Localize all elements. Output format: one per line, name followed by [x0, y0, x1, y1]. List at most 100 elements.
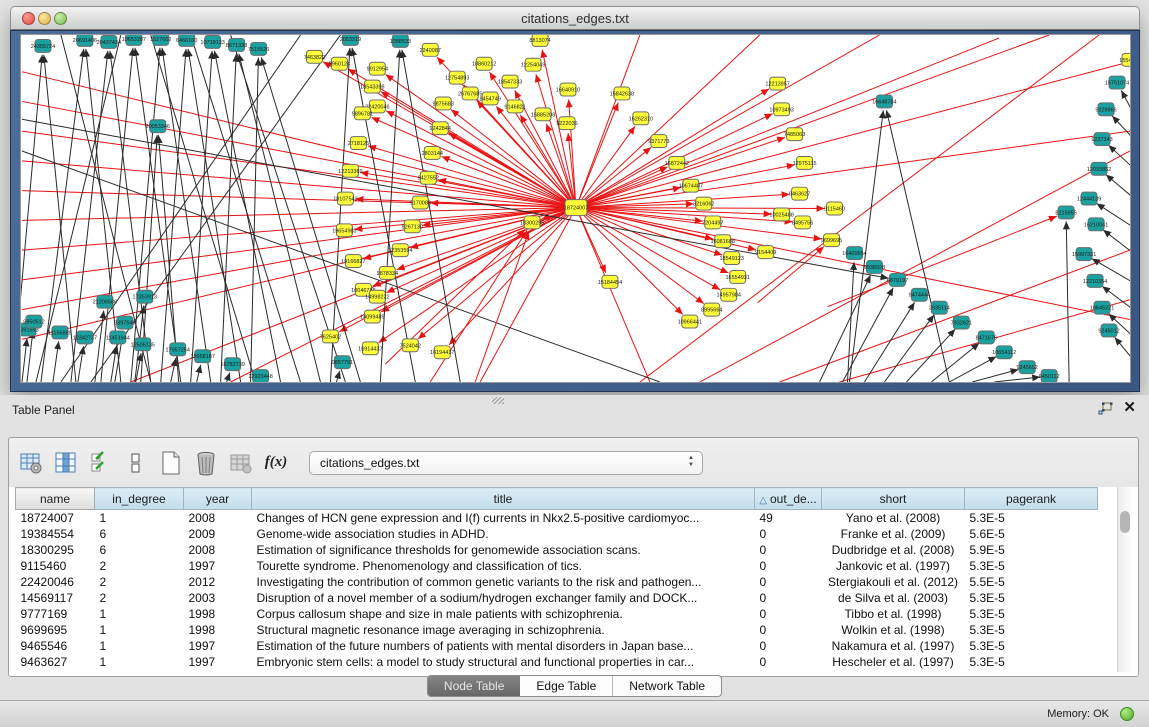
table-cell[interactable]: 2012 [184, 574, 252, 590]
network-node[interactable]: 7515526 [248, 42, 269, 55]
network-node[interactable]: 18547333 [498, 75, 522, 88]
network-node[interactable]: 12353594 [388, 244, 412, 257]
table-cell[interactable]: Estimation of the future numbers of pati… [252, 638, 755, 654]
table-row[interactable]: 1872400712008Changes of HCN gene express… [16, 510, 1119, 527]
tab-network-table[interactable]: Network Table [612, 676, 721, 696]
table-cell[interactable]: 18724007 [16, 510, 95, 527]
delete-column-button[interactable] [193, 450, 219, 476]
table-cell[interactable]: Estimation of significance thresholds fo… [252, 542, 755, 558]
network-node[interactable]: 9474444 [909, 288, 930, 301]
network-node[interactable]: 12975115 [793, 156, 817, 169]
table-row[interactable]: 946554611997Estimation of the future num… [16, 638, 1119, 654]
network-node[interactable]: 10966441 [678, 315, 702, 328]
table-cell[interactable]: Jankovic et al. (1997) [822, 558, 965, 574]
network-node[interactable]: 8454749 [479, 92, 500, 105]
network-node[interactable]: 16194437 [430, 346, 454, 359]
network-node[interactable]: 16782739 [220, 358, 244, 371]
table-cell[interactable]: 22420046 [16, 574, 95, 590]
network-node[interactable]: 9896781 [352, 107, 373, 120]
table-cell[interactable]: 1 [95, 622, 184, 638]
column-header-pagerank[interactable]: pagerank [965, 488, 1098, 510]
network-node[interactable]: 16210041 [1084, 218, 1108, 231]
table-settings-button[interactable] [18, 450, 44, 476]
table-selector-dropdown[interactable]: citations_edges.txt ▲▼ [309, 451, 703, 475]
network-node[interactable]: 9242844 [430, 122, 451, 135]
column-select-button[interactable] [88, 450, 114, 476]
table-cell[interactable]: 6 [95, 526, 184, 542]
network-node[interactable]: 18107543 [333, 192, 357, 205]
network-node[interactable]: 9397548 [114, 316, 135, 329]
network-node[interactable]: 2935114 [929, 301, 950, 314]
table-cell[interactable]: Hescheler et al. (1997) [822, 654, 965, 670]
table-cell[interactable]: 2003 [184, 590, 252, 606]
table-cell[interactable]: 1998 [184, 606, 252, 622]
network-node[interactable]: 9463627 [789, 187, 810, 200]
column-header-short[interactable]: short [822, 488, 965, 510]
table-cell[interactable]: 9463627 [16, 654, 95, 670]
network-node[interactable]: 8471676 [976, 331, 997, 344]
network-node[interactable]: 8671338 [226, 38, 247, 51]
table-cell[interactable]: 19384554 [16, 526, 95, 542]
table-cell[interactable]: 5.6E-5 [965, 526, 1098, 542]
network-node[interactable]: 15184454 [598, 275, 622, 288]
table-cell[interactable]: 1 [95, 606, 184, 622]
network-node[interactable]: 10719133 [200, 35, 224, 48]
table-cell[interactable]: 0 [755, 590, 822, 606]
network-node[interactable]: 6466160 [176, 35, 197, 46]
table-cell[interactable]: Genome-wide association studies in ADHD. [252, 526, 755, 542]
network-node[interactable]: 9267130 [402, 220, 423, 233]
network-node[interactable]: 1527602 [150, 35, 171, 45]
table-cell[interactable]: 9115460 [16, 558, 95, 574]
table-cell[interactable]: 1997 [184, 638, 252, 654]
column-visibility-button[interactable] [53, 450, 79, 476]
table-cell[interactable]: 1997 [184, 654, 252, 670]
table-cell[interactable]: 5.3E-5 [965, 638, 1098, 654]
network-node[interactable]: 12254049 [521, 58, 545, 71]
row-height-button[interactable] [123, 450, 149, 476]
network-node[interactable]: 9222035 [556, 117, 577, 130]
table-cell[interactable]: 49 [755, 510, 822, 527]
network-node[interactable]: 9154409 [755, 246, 776, 259]
table-cell[interactable]: 1 [95, 638, 184, 654]
column-header-in_degree[interactable]: in_degree [95, 488, 184, 510]
table-cell[interactable]: Tourette syndrome. Phenomenology and cla… [252, 558, 755, 574]
table-row[interactable]: 977716911998Corpus callosum shape and si… [16, 606, 1119, 622]
network-node[interactable]: 9699695 [821, 234, 842, 247]
network-node[interactable]: 9450112 [1039, 370, 1060, 382]
network-node[interactable]: 19958187 [190, 350, 214, 363]
network-node[interactable]: 8215955 [1055, 206, 1076, 219]
network-node[interactable]: 8813074 [529, 35, 550, 46]
network-node[interactable]: 14957984 [717, 288, 741, 301]
network-node[interactable]: 12210354 [1083, 274, 1107, 287]
network-node[interactable]: 7625402 [320, 330, 341, 343]
network-node[interactable]: 1088533 [390, 35, 411, 47]
table-cell[interactable]: 1997 [184, 558, 252, 574]
network-node[interactable]: 9371773 [648, 135, 669, 148]
network-node[interactable]: 18860212 [472, 57, 496, 70]
network-node[interactable]: 16648784 [872, 95, 896, 108]
network-node[interactable]: 12093852 [1087, 162, 1111, 175]
table-cell[interactable]: Investigating the contribution of common… [252, 574, 755, 590]
network-node[interactable]: 7204497 [702, 216, 723, 229]
network-node[interactable]: 18549123 [720, 252, 744, 265]
network-node[interactable]: 9938928 [864, 261, 885, 274]
network-node[interactable]: 20053346 [146, 120, 170, 133]
table-cell[interactable]: 1 [95, 510, 184, 527]
network-node[interactable]: 24355724 [31, 39, 55, 52]
table-cell[interactable]: Stergiakouli et al. (2012) [822, 574, 965, 590]
table-cell[interactable]: Yano et al. (2008) [822, 510, 965, 527]
table-cell[interactable]: Corpus callosum shape and size in male p… [252, 606, 755, 622]
network-node[interactable]: 10653287 [122, 35, 146, 45]
network-node[interactable]: 16262310 [629, 112, 653, 125]
network-node[interactable]: 8495756 [792, 216, 813, 229]
network-node[interactable]: 10025488 [769, 208, 793, 221]
network-node[interactable]: 2240087 [420, 43, 441, 56]
network-node[interactable]: 16640910 [556, 83, 580, 96]
table-cell[interactable]: 5.5E-5 [965, 574, 1098, 590]
table-row[interactable]: 1456911722003Disruption of a novel membe… [16, 590, 1119, 606]
network-node[interactable]: 7932621 [951, 316, 972, 329]
tab-node-table[interactable]: Node Table [428, 676, 521, 696]
network-node[interactable]: 19166827 [341, 255, 365, 268]
table-cell[interactable]: 6 [95, 542, 184, 558]
network-node[interactable]: 7485063 [784, 128, 805, 141]
